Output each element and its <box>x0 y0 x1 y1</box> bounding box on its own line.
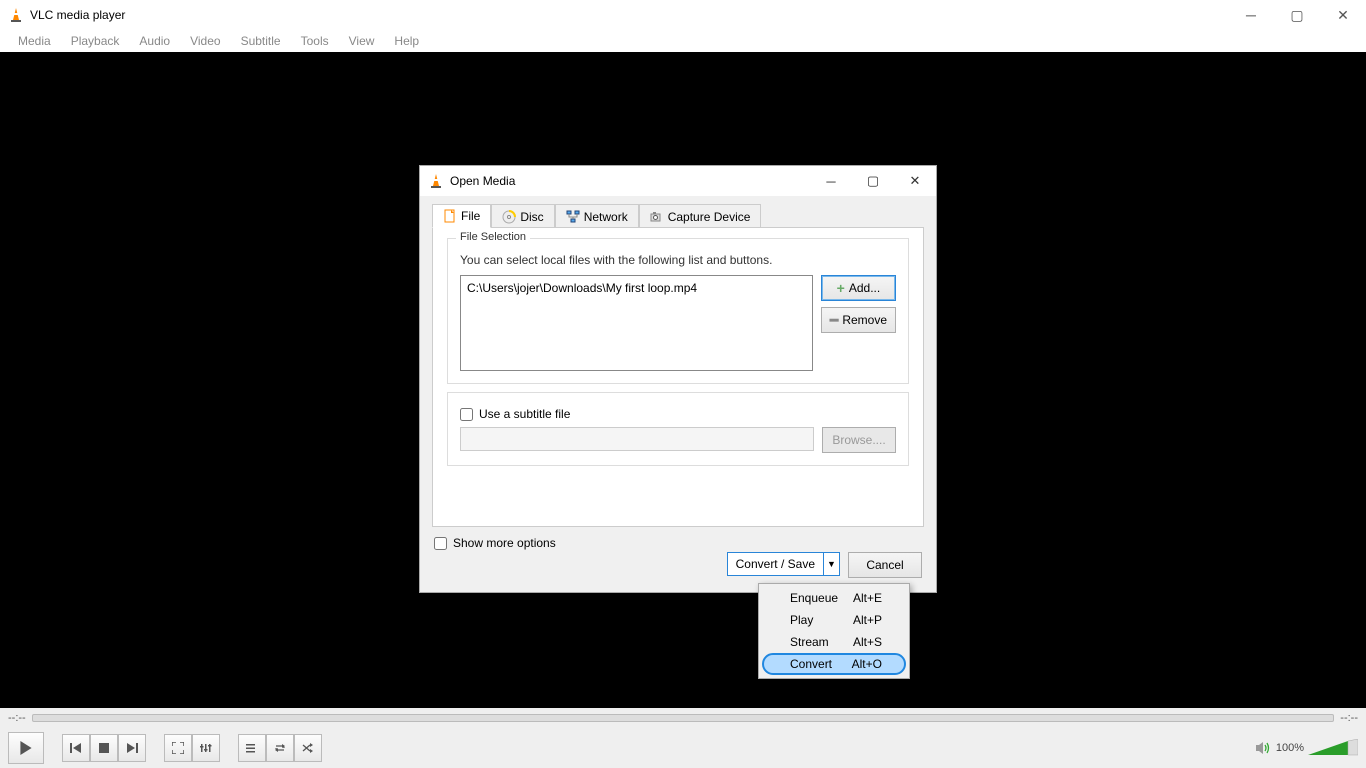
minimize-button[interactable]: ─ <box>1228 0 1274 30</box>
speaker-icon[interactable] <box>1256 741 1272 755</box>
seekbar[interactable] <box>32 714 1335 722</box>
tab-network-label: Network <box>584 210 628 224</box>
volume-slider[interactable] <box>1308 739 1358 757</box>
dialog-title: Open Media <box>450 174 515 188</box>
tab-capture[interactable]: Capture Device <box>639 204 762 228</box>
shuffle-button[interactable] <box>294 734 322 762</box>
fullscreen-button[interactable] <box>164 734 192 762</box>
menu-audio[interactable]: Audio <box>129 32 180 50</box>
menubar: Media Playback Audio Video Subtitle Tool… <box>0 30 1366 52</box>
prev-button[interactable] <box>62 734 90 762</box>
tab-disc-label: Disc <box>520 210 543 224</box>
tab-network[interactable]: Network <box>555 204 639 228</box>
menu-media[interactable]: Media <box>8 32 61 50</box>
convert-save-dropdown: Enqueue Alt+E Play Alt+P Stream Alt+S Co… <box>758 583 910 679</box>
dropdown-label: Play <box>790 613 813 627</box>
minus-icon: ━ <box>830 312 838 329</box>
dialog-titlebar: Open Media ─ ▢ ✕ <box>420 166 936 196</box>
window-controls: ─ ▢ ✕ <box>1228 0 1366 30</box>
dialog-close-button[interactable]: ✕ <box>894 166 936 196</box>
capture-icon <box>650 210 664 224</box>
tab-disc[interactable]: Disc <box>491 204 554 228</box>
dropdown-item-stream[interactable]: Stream Alt+S <box>762 631 906 653</box>
close-button[interactable]: ✕ <box>1320 0 1366 30</box>
tab-panel-file: File Selection You can select local file… <box>432 227 924 527</box>
dropdown-item-convert[interactable]: Convert Alt+O <box>762 653 906 675</box>
add-button-label: Add... <box>849 281 880 295</box>
playlist-button[interactable] <box>238 734 266 762</box>
file-icon <box>443 209 457 223</box>
dropdown-shortcut: Alt+E <box>853 591 882 605</box>
window-title: VLC media player <box>30 8 125 22</box>
menu-tools[interactable]: Tools <box>291 32 339 50</box>
add-button[interactable]: + Add... <box>821 275 896 301</box>
dialog-minimize-button[interactable]: ─ <box>810 166 852 196</box>
vlc-cone-icon <box>428 173 444 189</box>
vlc-cone-icon <box>8 7 24 23</box>
show-more-checkbox[interactable] <box>434 537 447 550</box>
tab-file[interactable]: File <box>432 204 491 228</box>
file-selection-desc: You can select local files with the foll… <box>460 253 896 267</box>
menu-view[interactable]: View <box>339 32 385 50</box>
bottom-controls: --:-- --:-- 100% <box>0 708 1366 768</box>
dropdown-shortcut: Alt+P <box>853 613 882 627</box>
tabset: File Disc Network Capture Device <box>432 204 924 228</box>
disc-icon <box>502 210 516 224</box>
subtitle-fieldset: Use a subtitle file Browse.... <box>447 392 909 466</box>
dropdown-label: Convert <box>790 657 832 671</box>
convert-save-dropdown-arrow[interactable]: ▼ <box>824 552 840 576</box>
maximize-button[interactable]: ▢ <box>1274 0 1320 30</box>
tab-capture-label: Capture Device <box>668 210 751 224</box>
file-list-item[interactable]: C:\Users\jojer\Downloads\My first loop.m… <box>467 280 806 296</box>
volume-text: 100% <box>1276 742 1304 754</box>
loop-button[interactable] <box>266 734 294 762</box>
file-selection-fieldset: File Selection You can select local file… <box>447 238 909 384</box>
network-icon <box>566 210 580 224</box>
menu-video[interactable]: Video <box>180 32 230 50</box>
menu-playback[interactable]: Playback <box>61 32 130 50</box>
subtitle-checkbox-label: Use a subtitle file <box>479 407 570 421</box>
cancel-button-label: Cancel <box>866 558 903 572</box>
ext-settings-button[interactable] <box>192 734 220 762</box>
menu-subtitle[interactable]: Subtitle <box>231 32 291 50</box>
stop-button[interactable] <box>90 734 118 762</box>
remove-button-label: Remove <box>842 313 887 327</box>
next-button[interactable] <box>118 734 146 762</box>
cancel-button[interactable]: Cancel <box>848 552 922 578</box>
open-media-dialog: Open Media ─ ▢ ✕ File Disc Network Captu… <box>419 165 937 593</box>
browse-button: Browse.... <box>822 427 896 453</box>
file-list[interactable]: C:\Users\jojer\Downloads\My first loop.m… <box>460 275 813 371</box>
plus-icon: + <box>837 280 845 296</box>
convert-save-button[interactable]: Convert / Save <box>727 552 824 576</box>
show-more-row: Show more options <box>434 536 922 550</box>
dropdown-label: Stream <box>790 635 829 649</box>
subtitle-checkbox[interactable] <box>460 408 473 421</box>
time-total: --:-- <box>1340 712 1358 724</box>
convert-save-split-button[interactable]: Convert / Save ▼ <box>727 552 840 578</box>
subtitle-path-input <box>460 427 814 451</box>
remove-button[interactable]: ━ Remove <box>821 307 896 333</box>
play-button[interactable] <box>8 732 44 764</box>
dialog-maximize-button[interactable]: ▢ <box>852 166 894 196</box>
dropdown-label: Enqueue <box>790 591 838 605</box>
titlebar: VLC media player ─ ▢ ✕ <box>0 0 1366 30</box>
convert-save-label: Convert / Save <box>736 557 815 571</box>
tab-file-label: File <box>461 209 480 223</box>
dropdown-shortcut: Alt+O <box>852 657 882 671</box>
time-elapsed: --:-- <box>8 712 26 724</box>
menu-help[interactable]: Help <box>384 32 429 50</box>
dropdown-item-enqueue[interactable]: Enqueue Alt+E <box>762 587 906 609</box>
file-selection-legend: File Selection <box>456 231 530 243</box>
dropdown-item-play[interactable]: Play Alt+P <box>762 609 906 631</box>
browse-button-label: Browse.... <box>832 433 885 447</box>
show-more-label: Show more options <box>453 536 556 550</box>
dropdown-shortcut: Alt+S <box>853 635 882 649</box>
